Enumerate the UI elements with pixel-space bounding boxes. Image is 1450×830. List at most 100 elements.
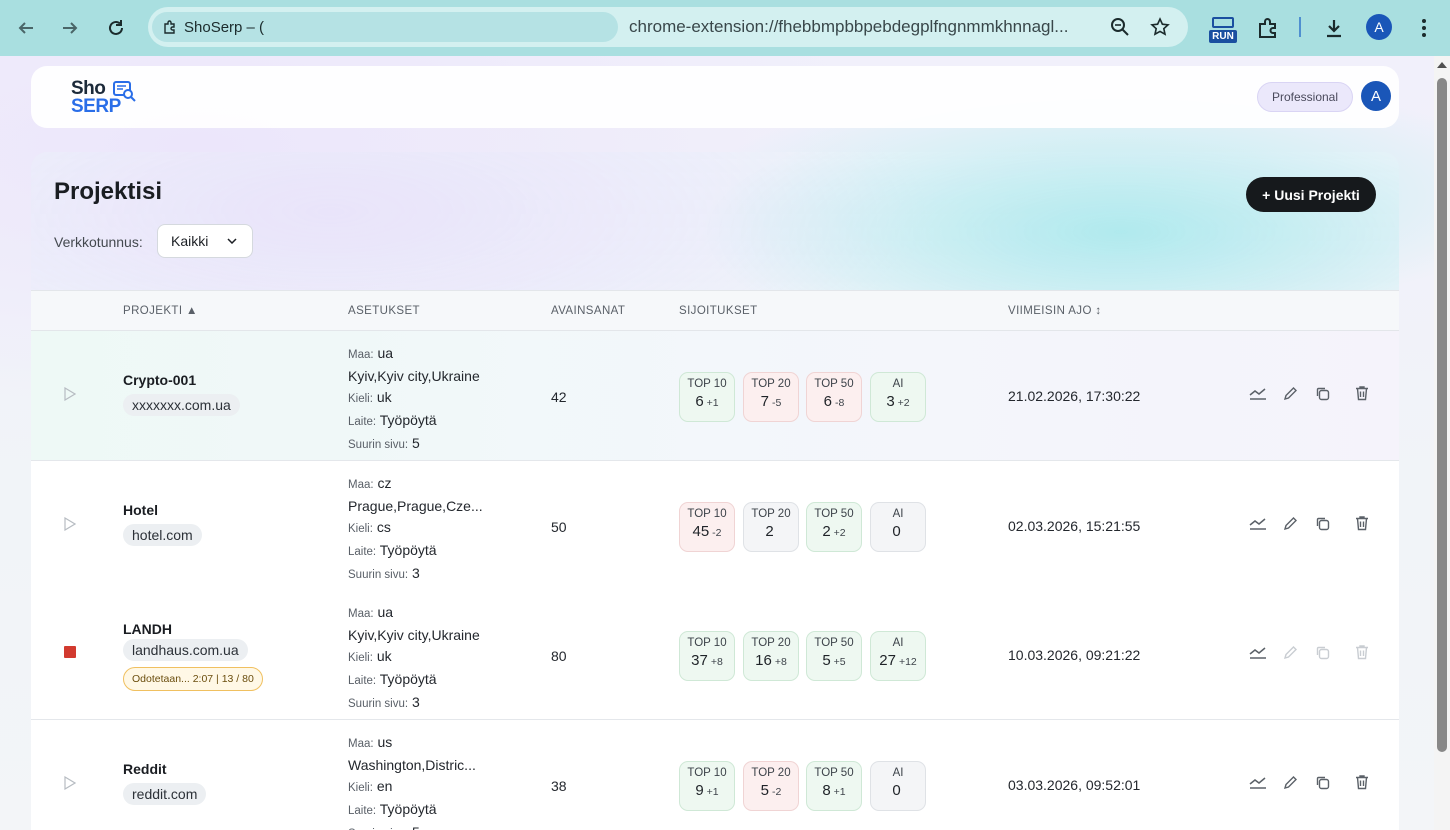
rank-badge: TOP 10 45 -2 (679, 502, 735, 552)
user-avatar[interactable]: A (1361, 81, 1391, 111)
device-value: Työpöytä (379, 412, 437, 428)
play-icon (64, 516, 77, 532)
chart-button[interactable] (1248, 383, 1268, 403)
max-page-value: 3 (411, 565, 420, 581)
project-name[interactable]: Reddit (123, 761, 167, 777)
duplicate-button[interactable] (1312, 642, 1332, 662)
forward-button[interactable] (56, 14, 84, 42)
domain-filter-label: Verkkotunnus: (54, 234, 143, 250)
star-icon (1150, 17, 1170, 36)
new-project-button[interactable]: + Uusi Projekti (1246, 177, 1376, 212)
site-chip[interactable]: ShoSerp – ( (152, 12, 618, 42)
language-label: Kieli: (348, 523, 373, 535)
project-name[interactable]: LANDH (123, 621, 172, 637)
last-run-time: 10.03.2026, 09:21:22 (1008, 647, 1141, 663)
trash-icon (1355, 515, 1369, 531)
rank-delta: -2 (772, 786, 782, 798)
chart-button[interactable] (1248, 642, 1268, 662)
country-value: cz (377, 475, 392, 491)
extensions-button[interactable] (1254, 14, 1282, 42)
rank-badge: TOP 20 2 (743, 502, 799, 552)
edit-button[interactable] (1280, 513, 1300, 533)
rank-badge: TOP 20 16 +8 (743, 631, 799, 681)
copy-icon (1315, 386, 1330, 401)
rank-value: 0 (892, 782, 901, 799)
project-name[interactable]: Hotel (123, 502, 158, 518)
pencil-icon (1283, 645, 1298, 660)
chart-icon (1249, 386, 1267, 400)
delete-button[interactable] (1352, 772, 1372, 792)
location-value: Washington,Distric... (348, 757, 476, 773)
rank-value: 5 (760, 782, 769, 799)
max-page-value: 5 (411, 435, 420, 451)
edit-button[interactable] (1280, 642, 1300, 662)
zoom-button[interactable] (1108, 15, 1132, 39)
chart-icon (1249, 775, 1267, 789)
duplicate-button[interactable] (1312, 513, 1332, 533)
chevron-down-icon (227, 238, 237, 244)
rank-delta: +1 (706, 786, 719, 798)
column-header-settings: ASETUKSET (348, 305, 420, 317)
browser-menu-button[interactable] (1410, 14, 1438, 42)
app-logo[interactable]: Sho SERP (71, 78, 141, 118)
run-project-button[interactable] (64, 386, 77, 406)
location-value: Kyiv,Kyiv city,Ukraine (348, 627, 480, 643)
page-content: Sho SERP Professional A Projektisi + Uus… (0, 56, 1434, 830)
back-button[interactable] (12, 14, 40, 42)
project-domain: landhaus.com.ua (123, 639, 248, 661)
downloads-button[interactable] (1320, 14, 1348, 42)
domain-filter-select[interactable]: Kaikki (157, 224, 253, 258)
project-settings: Maa: ua Kyiv,Kyiv city,Ukraine Kieli: uk… (348, 343, 480, 456)
rank-badge: TOP 10 37 +8 (679, 631, 735, 681)
run-project-button[interactable] (64, 516, 77, 536)
run-project-button[interactable] (64, 775, 77, 795)
run-extension-button[interactable]: RUN (1208, 15, 1238, 45)
project-domain: reddit.com (123, 783, 207, 805)
plan-badge[interactable]: Professional (1257, 82, 1353, 112)
scroll-up-arrow[interactable] (1437, 62, 1447, 68)
location-value: Kyiv,Kyiv city,Ukraine (348, 368, 480, 384)
delete-button[interactable] (1352, 383, 1372, 403)
rank-delta: -5 (772, 397, 782, 409)
url-text[interactable]: chrome-extension://fhebbmpbbpebdegplfngn… (629, 17, 1068, 37)
edit-button[interactable] (1280, 772, 1300, 792)
table-row[interactable]: Hotel hotel.com Maa: cz Prague,Prague,Cze… (31, 461, 1399, 591)
scrollbar-thumb[interactable] (1437, 78, 1447, 752)
table-row[interactable]: Reddit reddit.com Maa: us Washington,Dist… (31, 720, 1399, 830)
column-header-project[interactable]: PROJEKTI ▲ (123, 305, 198, 317)
chart-button[interactable] (1248, 513, 1268, 533)
table-row[interactable]: LANDH landhaus.com.ua Odotetaan... 2:07 | … (31, 590, 1399, 720)
country-value: us (377, 734, 393, 750)
download-icon (1327, 20, 1341, 38)
language-value: cs (376, 519, 391, 535)
kebab-menu-icon (1422, 19, 1426, 37)
stop-run-button[interactable] (64, 646, 76, 658)
run-status-badge: Odotetaan... 2:07 | 13 / 80 (123, 667, 263, 691)
duplicate-button[interactable] (1312, 383, 1332, 403)
delete-button[interactable] (1352, 642, 1372, 662)
table-row[interactable]: Crypto-001 xxxxxxx.com.ua Maa: ua Kyiv,Ky… (31, 331, 1399, 461)
rank-value: 3 (886, 393, 895, 410)
rank-badge: TOP 50 8 +1 (806, 761, 862, 811)
rank-delta: -8 (835, 397, 845, 409)
copy-icon (1315, 516, 1330, 531)
rank-label: TOP 10 (687, 508, 727, 520)
reload-button[interactable] (102, 14, 130, 42)
extension-puzzle-icon (164, 20, 175, 34)
rank-label: TOP 20 (751, 767, 791, 779)
chart-button[interactable] (1248, 772, 1268, 792)
delete-button[interactable] (1352, 513, 1372, 533)
rank-badge: TOP 20 7 -5 (743, 372, 799, 422)
rank-delta: +8 (774, 656, 787, 668)
keyword-count: 50 (551, 519, 567, 535)
column-header-last-run[interactable]: VIIMEISIN AJO ↕ (1008, 305, 1102, 317)
duplicate-button[interactable] (1312, 772, 1332, 792)
keyword-count: 80 (551, 648, 567, 664)
browser-profile-avatar[interactable]: A (1366, 14, 1392, 40)
edit-button[interactable] (1280, 383, 1300, 403)
project-name[interactable]: Crypto-001 (123, 372, 196, 388)
bookmark-button[interactable] (1148, 15, 1172, 39)
projects-card: Projektisi + Uusi Projekti Verkkotunnus:… (31, 152, 1399, 830)
rank-value: 37 (691, 652, 708, 669)
rank-label: TOP 10 (687, 378, 727, 390)
